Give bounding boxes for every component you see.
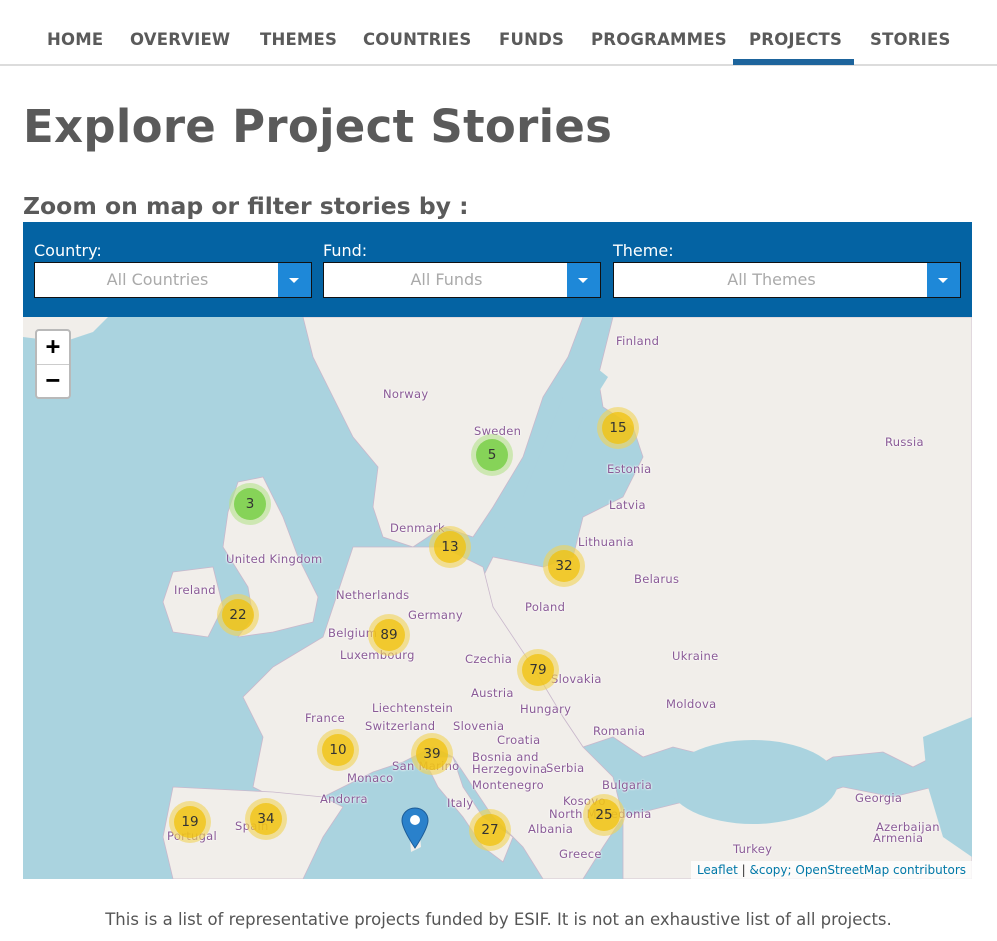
cluster-count: 15 — [602, 412, 634, 444]
country-label: Liechtenstein — [372, 701, 454, 715]
country-label: Armenia — [873, 831, 924, 845]
nav-home[interactable]: HOME — [47, 30, 103, 49]
country-label: Russia — [885, 435, 924, 449]
country-label: Bulgaria — [602, 778, 653, 792]
marker-cluster[interactable]: 13 — [429, 526, 471, 568]
marker-cluster[interactable]: 89 — [368, 614, 410, 656]
country-label: Estonia — [607, 462, 652, 476]
chevron-down-icon[interactable] — [278, 263, 311, 297]
top-navigation: HOME OVERVIEW THEMES COUNTRIES FUNDS PRO… — [0, 0, 997, 66]
country-label: France — [305, 711, 346, 725]
country-label: Serbia — [546, 761, 585, 775]
country-label: Germany — [408, 608, 463, 622]
cluster-count: 22 — [222, 599, 254, 631]
country-label: Netherlands — [336, 588, 410, 602]
filter-subtitle: Zoom on map or filter stories by : — [23, 192, 469, 220]
cluster-count: 3 — [234, 488, 266, 520]
map-pin-icon[interactable] — [401, 807, 429, 849]
fund-select-value: All Funds — [410, 270, 483, 289]
country-label: Norway — [383, 387, 429, 401]
leaflet-link[interactable]: Leaflet — [697, 863, 738, 877]
country-label: Moldova — [666, 697, 717, 711]
map-attribution: Leaflet | &copy; OpenStreetMap contribut… — [690, 861, 972, 879]
country-label: Greece — [559, 847, 602, 861]
marker-cluster[interactable]: 32 — [543, 545, 585, 587]
marker-cluster[interactable]: 25 — [583, 794, 625, 836]
fund-select[interactable]: All Funds — [323, 262, 601, 298]
disclaimer-text: This is a list of representative project… — [105, 910, 892, 929]
marker-cluster[interactable]: 27 — [469, 809, 511, 851]
country-label: Monaco — [347, 771, 394, 785]
nav-active-indicator — [733, 59, 854, 65]
marker-cluster[interactable]: 10 — [317, 729, 359, 771]
nav-overview[interactable]: OVERVIEW — [130, 30, 230, 49]
cluster-count: 19 — [174, 806, 206, 838]
project-map[interactable]: + − Finland Norway Sweden Russia Estonia… — [23, 317, 972, 879]
country-filter-label: Country: — [34, 241, 102, 260]
cluster-count: 39 — [416, 738, 448, 770]
country-label: Latvia — [609, 498, 646, 512]
chevron-down-icon[interactable] — [567, 263, 600, 297]
country-label: Hungary — [520, 702, 572, 716]
cluster-count: 79 — [522, 654, 554, 686]
nav-themes[interactable]: THEMES — [260, 30, 337, 49]
filter-bar: Country: All Countries Fund: All Funds T… — [23, 222, 972, 317]
cluster-count: 13 — [434, 531, 466, 563]
country-label: Slovenia — [453, 719, 505, 733]
cluster-count: 89 — [373, 619, 405, 651]
cluster-count: 27 — [474, 814, 506, 846]
theme-select[interactable]: All Themes — [613, 262, 961, 298]
nav-funds[interactable]: FUNDS — [499, 30, 564, 49]
cluster-count: 34 — [250, 803, 282, 835]
country-label: Switzerland — [365, 719, 436, 733]
zoom-control: + − — [35, 329, 71, 399]
page-title: Explore Project Stories — [23, 100, 613, 153]
country-label: Bosnia and Herzegovina — [472, 750, 548, 776]
country-label: Finland — [616, 334, 660, 348]
cluster-count: 10 — [322, 734, 354, 766]
country-select[interactable]: All Countries — [34, 262, 312, 298]
nav-programmes[interactable]: PROGRAMMES — [591, 30, 727, 49]
theme-select-value: All Themes — [727, 270, 816, 289]
nav-projects[interactable]: PROJECTS — [749, 30, 842, 49]
fund-filter-label: Fund: — [323, 241, 368, 260]
marker-cluster[interactable]: 5 — [471, 434, 513, 476]
map-basemap — [23, 317, 972, 879]
marker-cluster[interactable]: 19 — [169, 801, 211, 843]
country-label: Ireland — [174, 583, 216, 597]
marker-cluster[interactable]: 79 — [517, 649, 559, 691]
country-select-value: All Countries — [106, 270, 209, 289]
country-label: Ukraine — [672, 649, 719, 663]
marker-cluster[interactable]: 22 — [217, 594, 259, 636]
osm-link[interactable]: &copy; OpenStreetMap contributors — [750, 863, 967, 877]
chevron-down-icon[interactable] — [927, 263, 960, 297]
nav-countries[interactable]: COUNTRIES — [363, 30, 471, 49]
marker-cluster[interactable]: 39 — [411, 733, 453, 775]
cluster-count: 25 — [588, 799, 620, 831]
zoom-out-button[interactable]: − — [37, 364, 69, 397]
country-label: United Kingdom — [226, 552, 323, 566]
nav-stories[interactable]: STORIES — [870, 30, 951, 49]
theme-filter-label: Theme: — [613, 241, 674, 260]
country-label: Lithuania — [578, 535, 634, 549]
country-label: Turkey — [733, 842, 773, 856]
country-label: Croatia — [497, 733, 541, 747]
country-label: Poland — [525, 600, 566, 614]
country-label: Romania — [593, 724, 646, 738]
country-label: Albania — [528, 822, 574, 836]
country-label: Austria — [471, 686, 514, 700]
cluster-count: 5 — [476, 439, 508, 471]
country-label: Georgia — [855, 791, 903, 805]
attribution-separator: | — [741, 863, 746, 877]
marker-cluster[interactable]: 3 — [229, 483, 271, 525]
marker-cluster[interactable]: 34 — [245, 798, 287, 840]
cluster-count: 32 — [548, 550, 580, 582]
country-label: Italy — [447, 796, 474, 810]
zoom-in-button[interactable]: + — [37, 331, 69, 364]
marker-cluster[interactable]: 15 — [597, 407, 639, 449]
country-label: Belarus — [634, 572, 680, 586]
country-label: Czechia — [465, 652, 513, 666]
country-label: Andorra — [320, 792, 368, 806]
country-label: Montenegro — [472, 778, 545, 792]
